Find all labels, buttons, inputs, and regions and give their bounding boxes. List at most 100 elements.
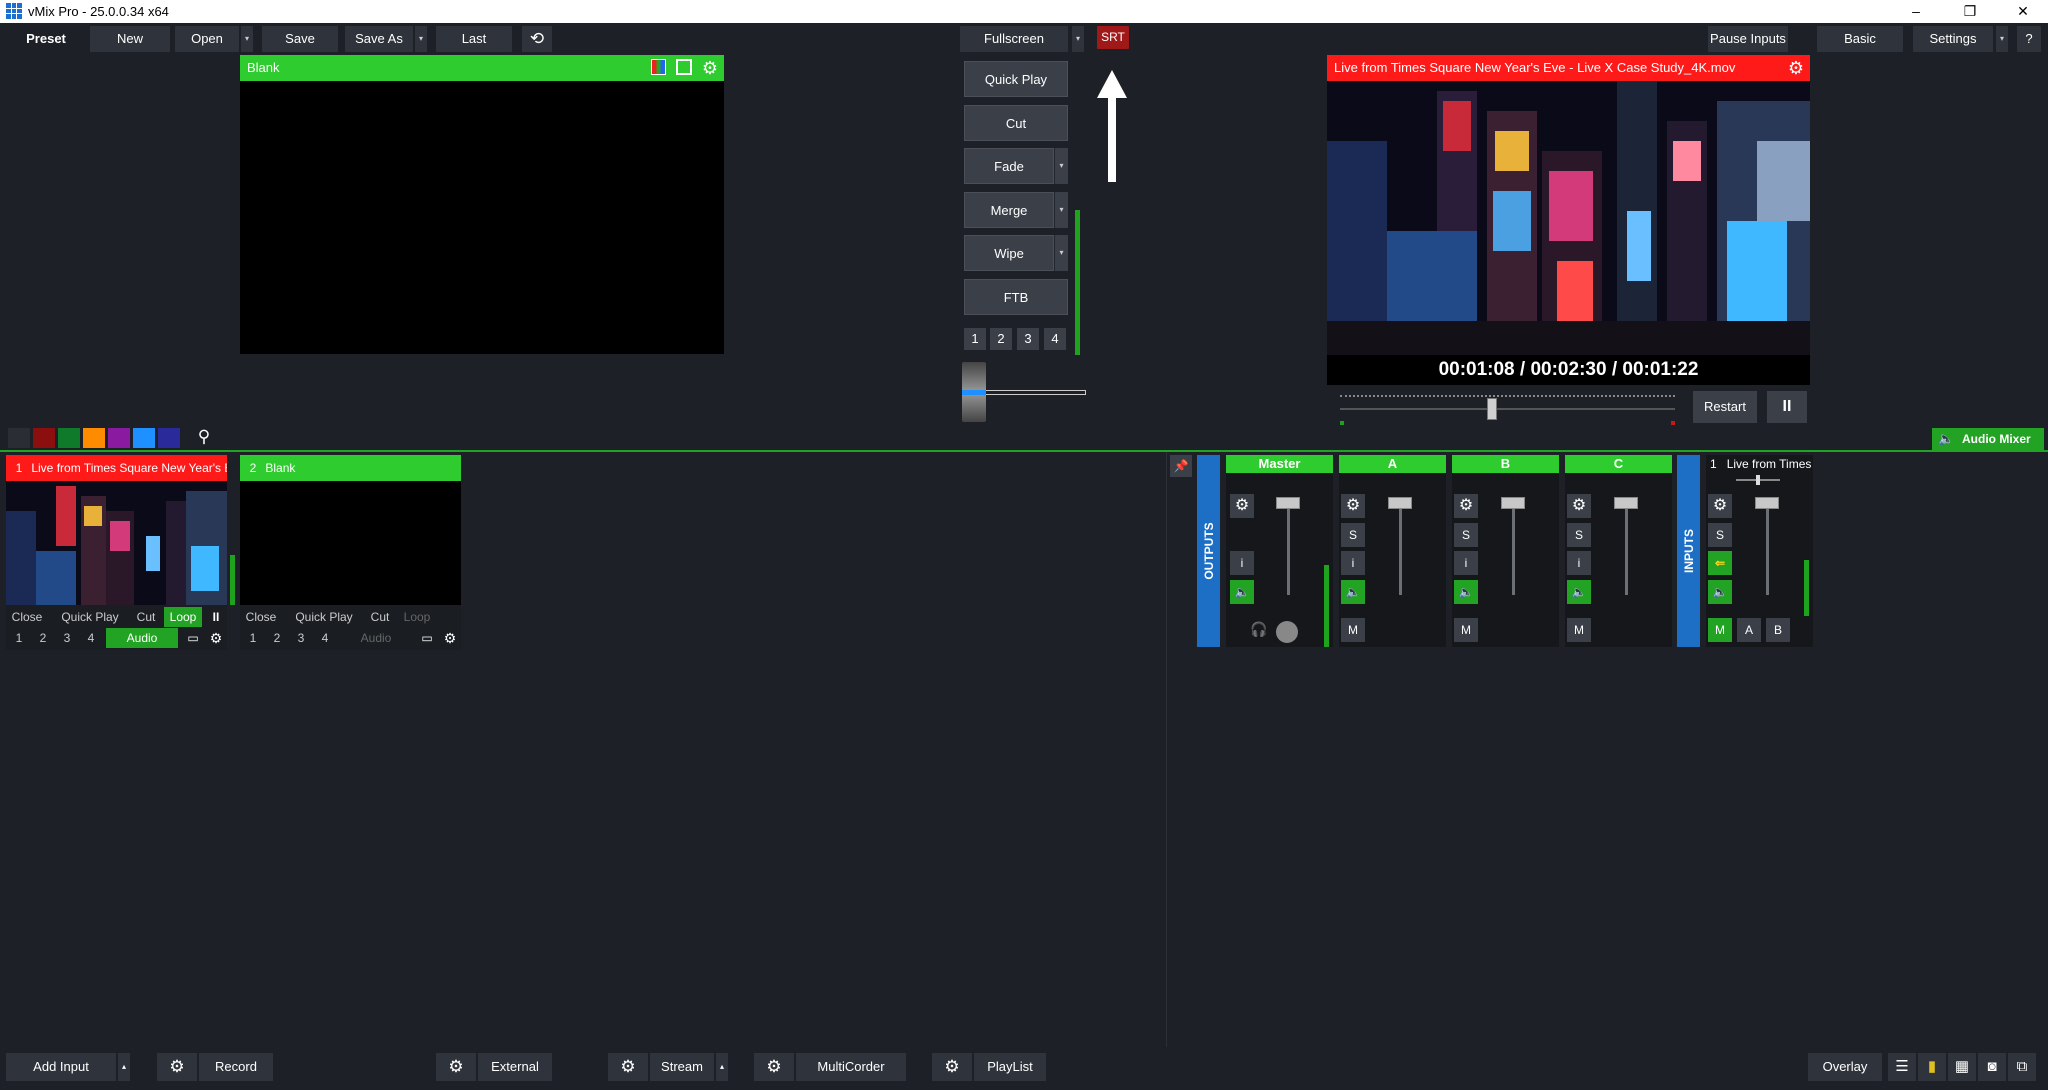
gear-icon[interactable]: ⚙ <box>206 628 226 648</box>
input-1-audio-button[interactable]: Audio <box>106 628 178 648</box>
transition-2-button[interactable]: 2 <box>990 328 1012 350</box>
external-button[interactable]: External <box>478 1053 552 1081</box>
fade-dropdown-icon[interactable]: ▾ <box>1054 148 1068 184</box>
playlist-button[interactable]: PlayList <box>974 1053 1046 1081</box>
t-bar-handle[interactable] <box>962 362 986 422</box>
speaker-icon[interactable]: 🔈 <box>1230 580 1254 604</box>
input-2-audio-button[interactable]: Audio <box>340 628 412 648</box>
input-1-overlay-3[interactable]: 3 <box>58 628 76 648</box>
pause-icon[interactable]: II <box>206 607 226 627</box>
input-1-card[interactable]: 1 Live from Times Square New Year's E Cl… <box>6 455 235 650</box>
settings-dropdown-icon[interactable]: ▾ <box>1996 26 2008 52</box>
input-2-cut-button[interactable]: Cut <box>364 607 396 627</box>
input-1-bus-b-button[interactable]: B <box>1766 618 1790 642</box>
monitor-icon[interactable]: ▭ <box>416 628 438 648</box>
bus-a-info-button[interactable]: i <box>1341 551 1365 575</box>
input-1-overlay-4[interactable]: 4 <box>82 628 100 648</box>
bus-a-solo-button[interactable]: S <box>1341 523 1365 547</box>
bus-a-mute-button[interactable]: M <box>1341 618 1365 642</box>
arrow-left-icon[interactable]: ⇐ <box>1708 551 1732 575</box>
meter-icon[interactable]: ▮ <box>1918 1053 1946 1081</box>
snapshot-icon[interactable]: ⧉ <box>2008 1053 2036 1081</box>
merge-dropdown-icon[interactable]: ▾ <box>1054 192 1068 228</box>
input-2-loop-button[interactable]: Loop <box>398 607 436 627</box>
bus-a-fader-track[interactable] <box>1399 505 1402 595</box>
srt-button[interactable]: SRT <box>1097 26 1129 49</box>
minimize-button[interactable]: – <box>1893 0 1939 23</box>
fullscreen-button[interactable]: Fullscreen <box>960 26 1068 52</box>
speaker-icon[interactable]: 🔈 <box>1708 580 1732 604</box>
input-1-overlay-1[interactable]: 1 <box>10 628 28 648</box>
input-1-master-button[interactable]: M <box>1708 618 1732 642</box>
transition-1-button[interactable]: 1 <box>964 328 986 350</box>
bus-a-fader-handle[interactable] <box>1388 497 1412 509</box>
stream-button[interactable]: Stream <box>650 1053 714 1081</box>
master-fader-handle[interactable] <box>1276 497 1300 509</box>
monitor-icon[interactable]: ▭ <box>182 628 204 648</box>
headphones-icon[interactable]: 🎧 <box>1250 621 1268 639</box>
speaker-icon[interactable]: 🔈 <box>1341 580 1365 604</box>
close-button[interactable]: ✕ <box>2000 0 2046 23</box>
gear-icon[interactable]: ⚙ <box>700 55 720 81</box>
gear-icon[interactable]: ⚙ <box>1708 494 1732 518</box>
bus-b-solo-button[interactable]: S <box>1454 523 1478 547</box>
audio-mixer-tab[interactable]: 🔈 Audio Mixer <box>1932 428 2044 450</box>
last-button[interactable]: Last <box>436 26 512 52</box>
color-filter-none[interactable] <box>8 428 30 448</box>
gear-icon[interactable]: ⚙ <box>932 1053 972 1081</box>
save-as-dropdown-icon[interactable]: ▾ <box>415 26 427 52</box>
color-filter-blue[interactable] <box>133 428 155 448</box>
input-2-card[interactable]: 2 Blank Close Quick Play Cut Loop 1 2 3 … <box>240 455 461 650</box>
restore-button[interactable]: ❐ <box>1947 0 1993 23</box>
input-2-overlay-4[interactable]: 4 <box>316 628 334 648</box>
multicorder-button[interactable]: MultiCorder <box>796 1053 906 1081</box>
transition-3-button[interactable]: 3 <box>1017 328 1039 350</box>
overlay-button[interactable]: Overlay <box>1808 1053 1882 1081</box>
input-1-quick-play-button[interactable]: Quick Play <box>54 607 126 627</box>
help-button[interactable]: ? <box>2017 26 2041 52</box>
add-input-dropdown-icon[interactable]: ▴ <box>118 1053 130 1081</box>
balance-handle[interactable] <box>1756 475 1760 485</box>
seek-bar[interactable] <box>1340 408 1675 410</box>
fullscreen-dropdown-icon[interactable]: ▾ <box>1072 26 1084 52</box>
frame-icon[interactable] <box>676 59 692 75</box>
settings-button[interactable]: Settings <box>1913 26 1993 52</box>
gear-icon[interactable]: ⚙ <box>1341 494 1365 518</box>
fade-button[interactable]: Fade <box>964 148 1054 184</box>
input-1-close-button[interactable]: Close <box>6 607 48 627</box>
gear-icon[interactable]: ⚙ <box>1786 55 1806 81</box>
basic-button[interactable]: Basic <box>1817 26 1903 52</box>
speaker-icon[interactable]: 🔈 <box>1567 580 1591 604</box>
input-2-close-button[interactable]: Close <box>240 607 282 627</box>
gear-icon[interactable]: ⚙ <box>157 1053 197 1081</box>
input-2-overlay-2[interactable]: 2 <box>268 628 286 648</box>
add-input-button[interactable]: Add Input <box>6 1053 116 1081</box>
pause-inputs-button[interactable]: Pause Inputs <box>1708 26 1788 52</box>
gear-icon[interactable]: ⚙ <box>608 1053 648 1081</box>
master-fader-track[interactable] <box>1287 505 1290 595</box>
pin-icon[interactable]: 📌 <box>1170 455 1192 477</box>
camera-icon[interactable]: ◙ <box>1978 1053 2006 1081</box>
search-icon[interactable]: ⚲ <box>193 426 215 448</box>
refresh-icon[interactable]: ⟲ <box>522 26 552 52</box>
color-filter-green[interactable] <box>58 428 80 448</box>
input-2-overlay-3[interactable]: 3 <box>292 628 310 648</box>
gear-icon[interactable]: ⚙ <box>1567 494 1591 518</box>
new-button[interactable]: New <box>90 26 170 52</box>
list-icon[interactable]: ☰ <box>1888 1053 1916 1081</box>
input-2-header[interactable]: 2 Blank <box>240 455 461 481</box>
wipe-dropdown-icon[interactable]: ▾ <box>1054 235 1068 271</box>
bus-c-mute-button[interactable]: M <box>1567 618 1591 642</box>
bus-c-solo-button[interactable]: S <box>1567 523 1591 547</box>
color-filter-navy[interactable] <box>158 428 180 448</box>
input-1-fader-handle[interactable] <box>1755 497 1779 509</box>
input-2-thumbnail[interactable] <box>240 481 461 605</box>
bus-b-fader-track[interactable] <box>1512 505 1515 595</box>
open-dropdown-icon[interactable]: ▾ <box>241 26 253 52</box>
input-1-bus-a-button[interactable]: A <box>1737 618 1761 642</box>
input-1-fader-track[interactable] <box>1766 505 1769 595</box>
headphones-volume-knob[interactable] <box>1276 621 1298 643</box>
master-info-button[interactable]: i <box>1230 551 1254 575</box>
merge-button[interactable]: Merge <box>964 192 1054 228</box>
stream-dropdown-icon[interactable]: ▴ <box>716 1053 728 1081</box>
